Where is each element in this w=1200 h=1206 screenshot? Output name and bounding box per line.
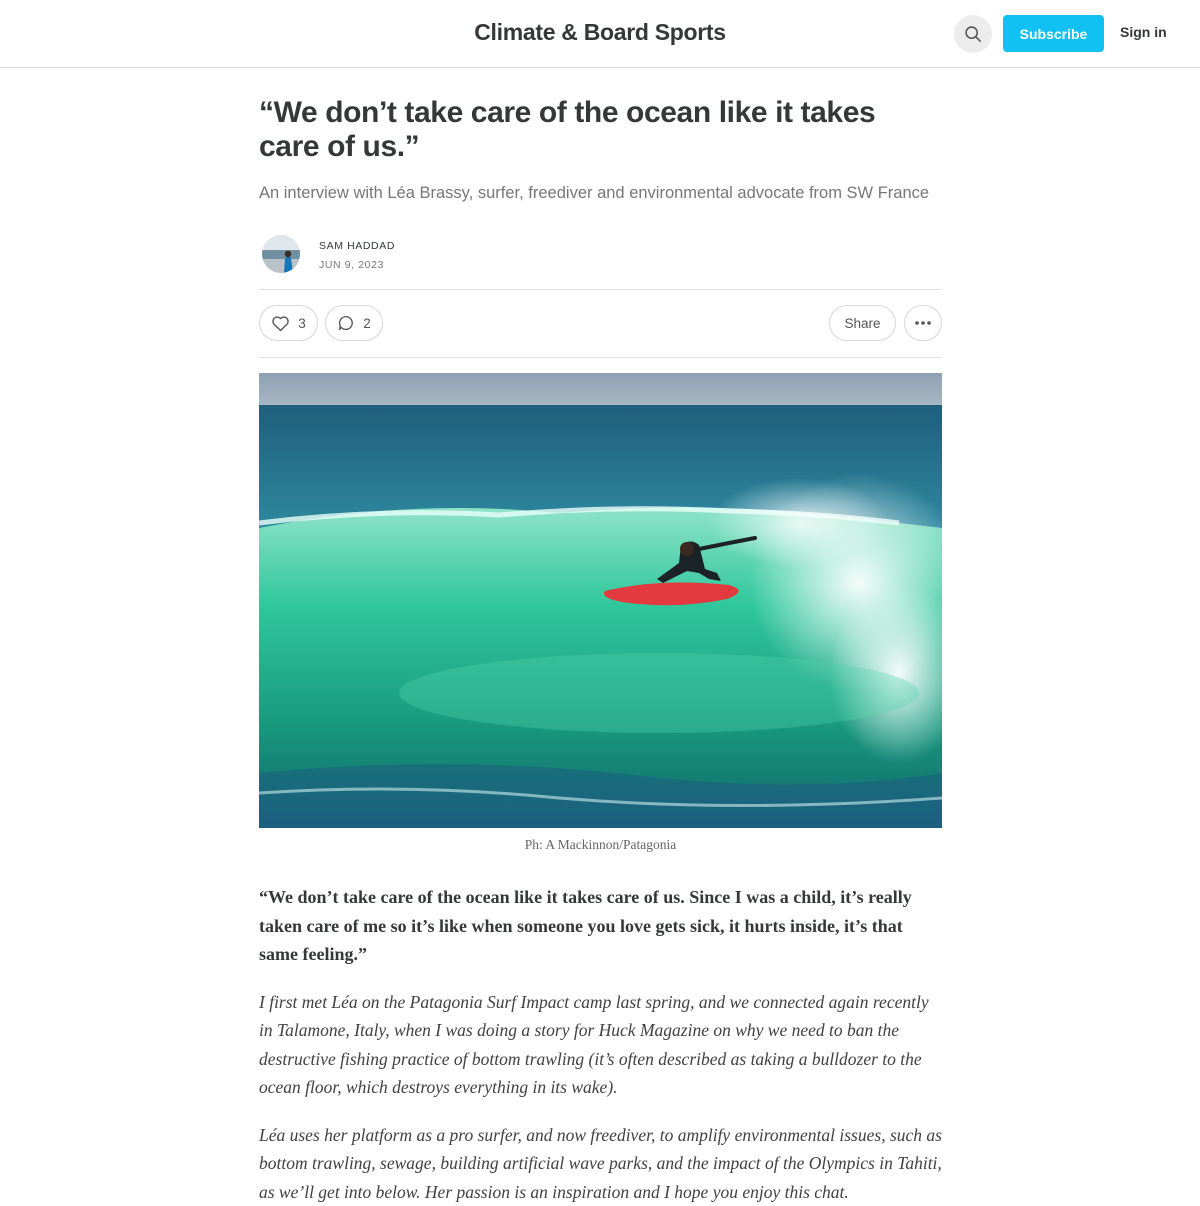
author-name[interactable]: SAM HADDAD xyxy=(319,240,395,252)
comment-icon xyxy=(337,314,355,332)
like-button[interactable]: 3 xyxy=(259,305,318,341)
publish-date: JUN 9, 2023 xyxy=(319,259,384,271)
article-body: “We don’t take care of the ocean like it… xyxy=(259,883,942,1206)
divider xyxy=(259,357,942,358)
byline: SAM HADDAD JUN 9, 2023 xyxy=(262,235,662,275)
divider xyxy=(259,289,942,290)
article-headline: “We don’t take care of the ocean like it… xyxy=(259,96,942,164)
author-avatar[interactable] xyxy=(262,235,300,273)
share-label: Share xyxy=(844,316,880,331)
body-paragraph: Léa uses her platform as a pro surfer, a… xyxy=(259,1121,942,1206)
body-paragraph: I first met Léa on the Patagonia Surf Im… xyxy=(259,988,942,1102)
article-subtitle: An interview with Léa Brassy, surfer, fr… xyxy=(259,182,942,204)
heart-icon xyxy=(271,315,290,332)
more-options-icon xyxy=(915,321,931,325)
share-button[interactable]: Share xyxy=(829,305,896,341)
like-count: 3 xyxy=(298,316,306,331)
more-options-button[interactable] xyxy=(904,305,942,341)
article: “We don’t take care of the ocean like it… xyxy=(259,96,942,204)
search-button[interactable] xyxy=(954,15,992,53)
hero-image[interactable] xyxy=(259,373,942,828)
sign-in-link[interactable]: Sign in xyxy=(1120,24,1167,40)
comment-button[interactable]: 2 xyxy=(325,305,383,341)
top-navigation-bar: Climate & Board Sports Subscribe Sign in xyxy=(0,0,1200,68)
comment-count: 2 xyxy=(363,316,371,331)
pull-quote: “We don’t take care of the ocean like it… xyxy=(259,883,942,969)
image-caption: Ph: A Mackinnon/Patagonia xyxy=(259,837,942,853)
search-icon xyxy=(964,25,982,43)
subscribe-button[interactable]: Subscribe xyxy=(1003,15,1104,52)
